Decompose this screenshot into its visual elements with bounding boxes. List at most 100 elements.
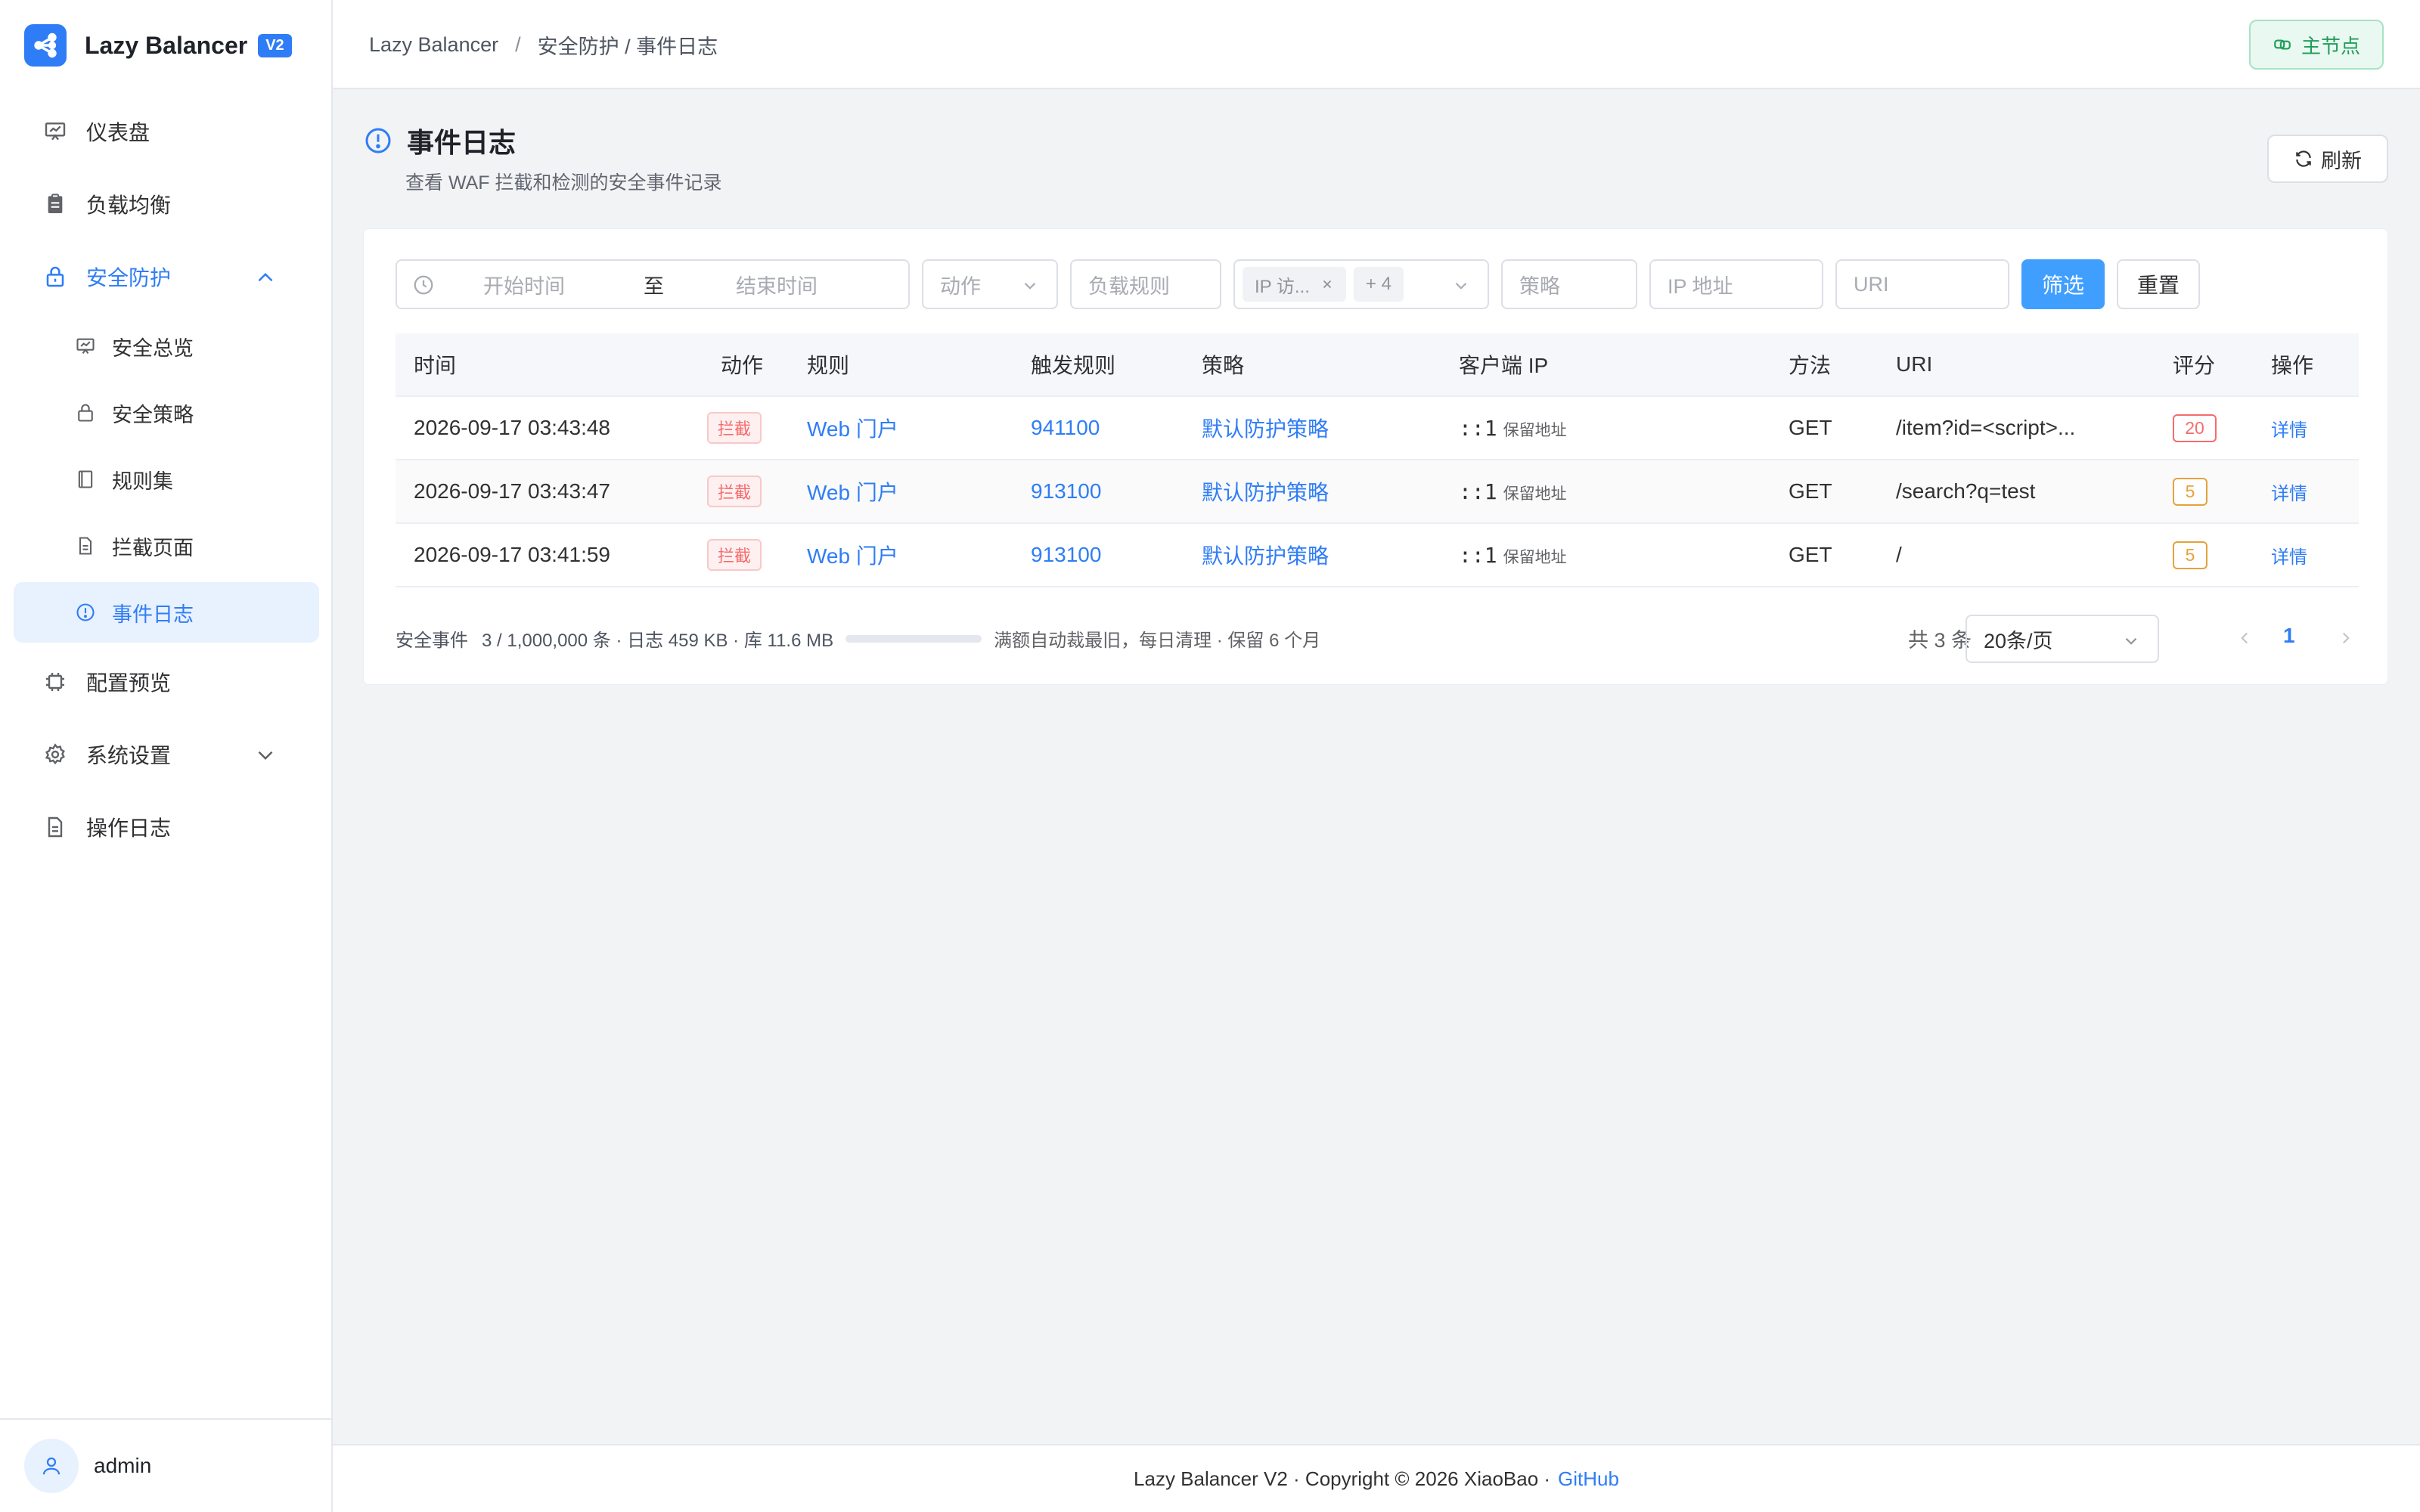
document-icon xyxy=(74,534,97,557)
table-row[interactable]: 2026-09-17 03:41:59 拦截 Web 门户 913100 默认防… xyxy=(396,524,2359,587)
github-link[interactable]: GitHub xyxy=(1558,1467,1619,1491)
sidebar-item-settings[interactable]: 系统设置 xyxy=(0,718,333,791)
sidebar-item-label: 安全策略 xyxy=(112,403,194,426)
primary-node-button[interactable]: 主节点 xyxy=(2249,20,2384,70)
sidebar-item-dashboard[interactable]: 仪表盘 xyxy=(0,95,333,168)
table-header: 时间 动作 规则 触发规则 策略 客户端 IP 方法 URI 评分 操作 xyxy=(396,333,2359,397)
gear-icon xyxy=(42,742,68,767)
uri-placeholder: URI xyxy=(1854,272,1889,296)
breadcrumb-root[interactable]: Lazy Balancer xyxy=(369,33,498,57)
page-number-current[interactable]: 1 xyxy=(2283,624,2295,648)
lb-rule-placeholder: 负载规则 xyxy=(1088,274,1170,298)
ip-address: ::1 xyxy=(1459,415,1497,441)
sidebar-item-security[interactable]: 安全防护 xyxy=(0,240,333,313)
ip-note: 保留地址 xyxy=(1503,548,1567,566)
header-action[interactable]: 动作 xyxy=(721,349,763,380)
header-rule[interactable]: 规则 xyxy=(807,349,849,380)
start-time-input[interactable]: 开始时间 xyxy=(483,270,565,299)
ip-note: 保留地址 xyxy=(1503,421,1567,439)
action-badge: 拦截 xyxy=(707,539,762,571)
rule-link[interactable]: Web 门户 xyxy=(807,476,898,507)
tag-select[interactable]: IP 访... + 4 xyxy=(1233,259,1489,309)
book-icon xyxy=(74,468,97,491)
details-link[interactable]: 详情 xyxy=(2271,415,2307,442)
next-page-button[interactable] xyxy=(2336,628,2356,648)
clock-icon xyxy=(412,274,435,296)
sidebar-item-label: 配置预览 xyxy=(86,671,172,695)
page-header: 事件日志 查看 WAF 拦截和检测的安全事件记录 xyxy=(363,121,722,194)
monitor-icon xyxy=(74,335,97,358)
top-bar: Lazy Balancer / 安全防护 / 事件日志 主节点 xyxy=(333,0,2420,89)
policy-link[interactable]: 默认防护策略 xyxy=(1202,476,1329,507)
ip-input[interactable]: IP 地址 xyxy=(1649,259,1823,309)
tag-label: IP 访... xyxy=(1255,276,1310,297)
sidebar-item-config-preview[interactable]: 配置预览 xyxy=(0,646,333,718)
cell-time: 2026-09-17 03:43:48 xyxy=(414,416,610,439)
trigger-rule-link[interactable]: 941100 xyxy=(1031,416,1100,440)
cell-client-ip: ::1 保留地址 xyxy=(1459,416,1567,441)
policy-placeholder: 策略 xyxy=(1519,274,1560,298)
end-time-input[interactable]: 结束时间 xyxy=(736,270,818,299)
score-badge: 5 xyxy=(2173,477,2207,506)
breadcrumb-current: 安全防护 / 事件日志 xyxy=(537,36,718,58)
uri-input[interactable]: URI xyxy=(1835,259,2009,309)
filter-button[interactable]: 筛选 xyxy=(2021,259,2105,309)
info-circle-icon xyxy=(74,601,97,624)
header-method[interactable]: 方法 xyxy=(1789,349,1831,380)
chevron-left-icon xyxy=(2241,632,2248,644)
header-score[interactable]: 评分 xyxy=(2173,349,2215,380)
chevron-right-icon xyxy=(2342,632,2350,644)
table-row[interactable]: 2026-09-17 03:43:47 拦截 Web 门户 913100 默认防… xyxy=(396,460,2359,524)
policy-input[interactable]: 策略 xyxy=(1501,259,1637,309)
chevron-up-icon[interactable] xyxy=(253,265,278,290)
sidebar-item-block-page[interactable]: 拦截页面 xyxy=(0,513,333,579)
sidebar-item-operation-log[interactable]: 操作日志 xyxy=(0,791,333,863)
chevron-down-icon[interactable] xyxy=(253,742,278,768)
sidebar-item-label: 系统设置 xyxy=(86,744,172,767)
rule-link[interactable]: Web 门户 xyxy=(807,540,898,570)
reset-button[interactable]: 重置 xyxy=(2117,259,2200,309)
version-badge: V2 xyxy=(258,33,292,57)
stats-label: 安全事件 xyxy=(396,631,468,651)
policy-link[interactable]: 默认防护策略 xyxy=(1202,413,1329,443)
close-icon[interactable] xyxy=(1320,277,1334,291)
table-row[interactable]: 2026-09-17 03:43:48 拦截 Web 门户 941100 默认防… xyxy=(396,397,2359,460)
header-client-ip[interactable]: 客户端 IP xyxy=(1459,349,1548,380)
brand[interactable]: Lazy Balancer V2 xyxy=(24,24,292,67)
prev-page-button[interactable] xyxy=(2235,628,2254,648)
header-operation: 操作 xyxy=(2271,354,2314,377)
date-range-picker[interactable]: 开始时间 至 结束时间 xyxy=(396,259,910,309)
dashboard-icon xyxy=(42,119,68,144)
page-size-value: 20条/页 xyxy=(1984,629,2053,652)
cell-client-ip: ::1 保留地址 xyxy=(1459,479,1567,504)
sidebar-item-event-log[interactable]: 事件日志 xyxy=(14,582,319,643)
details-link[interactable]: 详情 xyxy=(2271,479,2307,505)
refresh-button[interactable]: 刷新 xyxy=(2267,135,2388,183)
sidebar-item-load-balancing[interactable]: 负载均衡 xyxy=(0,168,333,240)
header-trigger[interactable]: 触发规则 xyxy=(1031,349,1115,380)
filter-bar: 开始时间 至 结束时间 动作 负载规则 IP 访... + 4 策略 IP 地址… xyxy=(396,259,2200,309)
sidebar-item-security-policy[interactable]: 安全策略 xyxy=(0,380,333,446)
header-uri[interactable]: URI xyxy=(1896,352,1932,376)
action-select[interactable]: 动作 xyxy=(922,259,1058,309)
details-link[interactable]: 详情 xyxy=(2271,542,2307,569)
cell-time: 2026-09-17 03:41:59 xyxy=(414,543,610,566)
rule-link[interactable]: Web 门户 xyxy=(807,413,898,443)
cell-method: GET xyxy=(1789,543,1832,566)
user-menu[interactable]: admin xyxy=(0,1418,331,1512)
header-policy[interactable]: 策略 xyxy=(1202,349,1244,380)
sidebar-item-security-overview[interactable]: 安全总览 xyxy=(0,313,333,380)
sidebar-item-rulesets[interactable]: 规则集 xyxy=(0,446,333,513)
policy-link[interactable]: 默认防护策略 xyxy=(1202,540,1329,570)
trigger-rule-link[interactable]: 913100 xyxy=(1031,479,1101,503)
chevron-down-icon xyxy=(1020,276,1040,296)
refresh-icon xyxy=(2296,150,2311,167)
trigger-rule-link[interactable]: 913100 xyxy=(1031,543,1101,567)
page-size-select[interactable]: 20条/页 xyxy=(1965,615,2159,663)
lb-rule-input[interactable]: 负载规则 xyxy=(1070,259,1221,309)
storage-stats: 安全事件 3 / 1,000,000 条 · 日志 459 KB · 库 11.… xyxy=(396,625,1320,652)
action-badge: 拦截 xyxy=(707,412,762,444)
table-footer: 安全事件 3 / 1,000,000 条 · 日志 459 KB · 库 11.… xyxy=(396,615,2359,663)
action-badge: 拦截 xyxy=(707,476,762,507)
header-time[interactable]: 时间 xyxy=(414,349,456,380)
